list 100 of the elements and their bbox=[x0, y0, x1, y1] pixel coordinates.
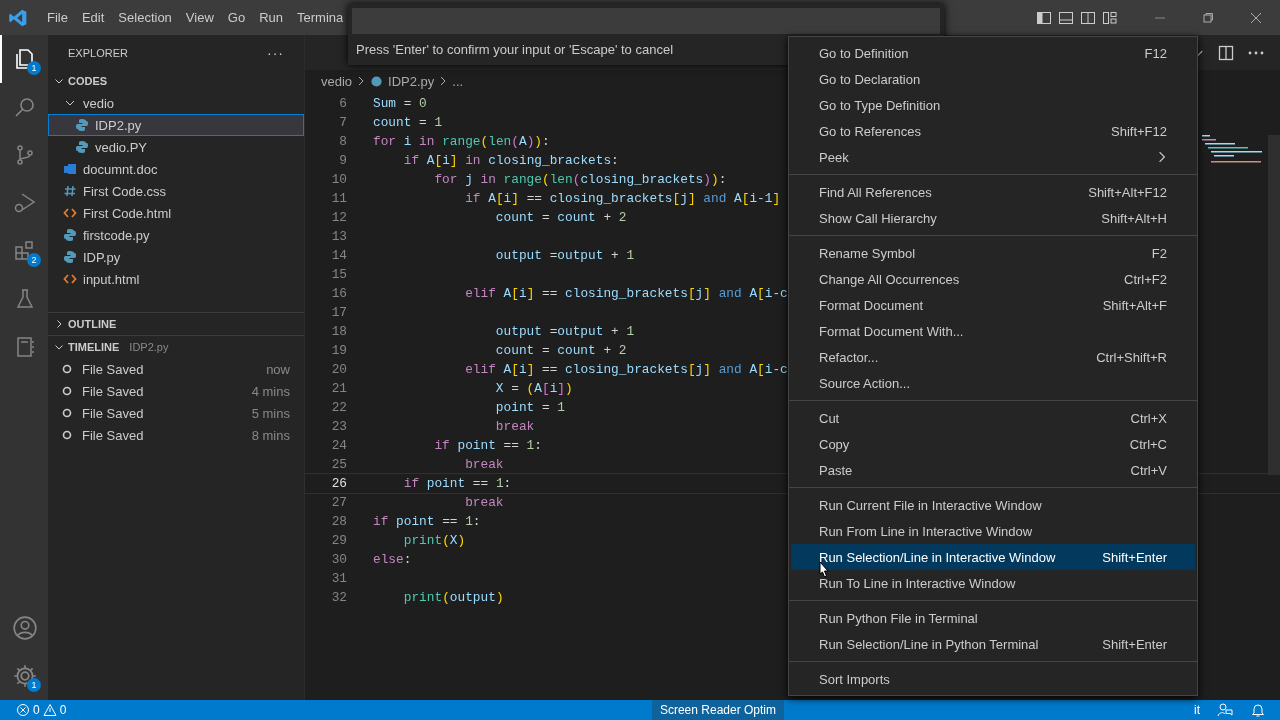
context-menu-item[interactable]: Peek bbox=[791, 144, 1195, 170]
line-number: 31 bbox=[330, 571, 348, 586]
code-line: if A[i] == closing_brackets[j] and A[i-1] bbox=[464, 191, 781, 206]
status-item[interactable]: it bbox=[1194, 703, 1214, 717]
file-tree-item[interactable]: vedio bbox=[48, 92, 304, 114]
play-bug-icon bbox=[13, 191, 37, 215]
commit-dot-icon bbox=[62, 364, 72, 374]
file-tree-item[interactable]: First Code.css bbox=[48, 180, 304, 202]
hash-icon bbox=[63, 184, 77, 198]
line-number: 14 bbox=[330, 248, 348, 263]
more-actions-button[interactable]: ··· bbox=[267, 44, 284, 61]
chevron-icon[interactable] bbox=[54, 76, 64, 86]
context-menu-item[interactable]: Go to Declaration bbox=[791, 66, 1195, 92]
context-menu-item[interactable]: Run To Line in Interactive Window bbox=[791, 570, 1195, 596]
menu-item[interactable]: Termina bbox=[290, 10, 351, 25]
restore-icon[interactable] bbox=[1202, 11, 1214, 24]
code-line: elif A[i] == closing_brackets[j] and A[i-c bbox=[464, 362, 788, 377]
context-menu-item[interactable]: Format Document With... bbox=[791, 318, 1195, 344]
gear-icon bbox=[12, 663, 38, 689]
timeline-entry[interactable]: File Saved bbox=[82, 427, 144, 443]
python-file-icon bbox=[370, 74, 384, 88]
sidebar-title: EXPLORER bbox=[68, 46, 128, 59]
menu-item[interactable]: Go bbox=[220, 10, 253, 25]
context-menu-item[interactable]: Run Selection/Line in Python Terminal Shift+Enter bbox=[791, 631, 1195, 657]
breadcrumb-item[interactable]: IDP2.py bbox=[388, 73, 435, 89]
layout-icon[interactable] bbox=[1102, 9, 1118, 26]
command-input-field[interactable] bbox=[352, 8, 940, 34]
context-menu-item[interactable]: Copy Ctrl+C bbox=[791, 431, 1195, 457]
breadcrumb-item[interactable]: ... bbox=[452, 73, 464, 89]
context-menu-item[interactable]: Run Selection/Line in Interactive Window Shift+Enter bbox=[791, 544, 1195, 570]
context-menu-item[interactable]: Format Document Shift+Alt+F bbox=[791, 292, 1195, 318]
file-tree-item[interactable]: vedio.PY bbox=[48, 136, 304, 158]
timeline-file: IDP2.py bbox=[129, 341, 169, 353]
code-line: Sum = 0 bbox=[373, 96, 427, 111]
line-number: 13 bbox=[330, 229, 348, 244]
menu-item[interactable]: Run bbox=[252, 10, 290, 25]
close-icon[interactable] bbox=[1250, 11, 1262, 24]
feedback-icon[interactable] bbox=[1217, 702, 1233, 718]
context-menu-item[interactable]: Run From Line in Interactive Window bbox=[791, 518, 1195, 544]
timeline-entry[interactable]: File Saved bbox=[82, 405, 144, 421]
code-line: for j in range(len(closing_brackets)): bbox=[433, 172, 727, 187]
commit-dot-icon bbox=[62, 430, 72, 440]
context-menu-item[interactable]: Run Python File in Terminal bbox=[791, 605, 1195, 631]
code-line: output =output + 1 bbox=[494, 248, 635, 263]
menu-item[interactable]: View bbox=[178, 10, 221, 25]
context-menu-item[interactable]: Find All References Shift+Alt+F12 bbox=[791, 179, 1195, 205]
timeline-entry[interactable]: File Saved bbox=[82, 383, 144, 399]
chevron-icon[interactable] bbox=[54, 319, 64, 329]
more-icon[interactable] bbox=[1248, 50, 1264, 55]
context-menu-item[interactable]: Change All Occurrences Ctrl+F2 bbox=[791, 266, 1195, 292]
breadcrumb-item[interactable]: vedio bbox=[321, 73, 353, 89]
error-count[interactable]: 0 bbox=[33, 703, 40, 717]
outline-header[interactable]: OUTLINE bbox=[68, 318, 117, 330]
line-number: 19 bbox=[330, 343, 348, 358]
code-line: if point == 1: bbox=[373, 514, 481, 529]
context-menu-item[interactable]: Go to Type Definition bbox=[791, 92, 1195, 118]
line-number: 30 bbox=[330, 552, 348, 567]
context-menu-item[interactable]: Rename Symbol F2 bbox=[791, 240, 1195, 266]
file-tree-item[interactable]: IDP2.py bbox=[48, 114, 304, 136]
panel-toggle-icon[interactable] bbox=[1058, 9, 1074, 26]
context-menu-item[interactable]: Source Action... bbox=[791, 370, 1195, 396]
error-icon[interactable] bbox=[16, 703, 30, 717]
menu-item[interactable]: File bbox=[40, 10, 75, 25]
mouse-pointer-icon bbox=[817, 561, 829, 579]
split-editor-icon[interactable] bbox=[1218, 44, 1234, 61]
timeline-entry[interactable]: File Saved bbox=[82, 361, 144, 377]
line-number: 17 bbox=[330, 305, 348, 320]
timeline-header[interactable]: TIMELINE bbox=[68, 341, 120, 353]
warning-count[interactable]: 0 bbox=[59, 703, 67, 717]
context-menu-item[interactable]: Run Current File in Interactive Window bbox=[791, 492, 1195, 518]
file-tree-item[interactable]: IDP.py bbox=[48, 246, 304, 268]
context-menu-item[interactable]: Show Call Hierarchy Shift+Alt+H bbox=[791, 205, 1195, 231]
context-menu-item[interactable]: Cut Ctrl+X bbox=[791, 405, 1195, 431]
folder-header[interactable]: CODES bbox=[68, 75, 108, 87]
context-menu-item[interactable]: Refactor... Ctrl+Shift+R bbox=[791, 344, 1195, 370]
line-number: 32 bbox=[330, 590, 348, 605]
screen-reader-status[interactable]: Screen Reader Optim bbox=[651, 700, 784, 720]
context-menu-item[interactable]: Sort Imports bbox=[791, 666, 1195, 692]
chevron-icon[interactable] bbox=[54, 342, 64, 352]
menu-item[interactable]: Edit bbox=[74, 10, 112, 25]
line-number: 25 bbox=[330, 457, 348, 472]
context-menu-item[interactable]: Go to References Shift+F12 bbox=[791, 118, 1195, 144]
activity-bar-button[interactable]: 2 bbox=[0, 227, 48, 275]
file-tree-item[interactable]: input.html bbox=[48, 268, 304, 290]
context-menu-item[interactable]: Go to Definition F12 bbox=[791, 40, 1195, 66]
menu-item[interactable]: Selection bbox=[111, 10, 179, 25]
line-number: 16 bbox=[330, 286, 348, 301]
document-icon bbox=[63, 162, 77, 176]
commit-dot-icon bbox=[62, 408, 72, 418]
split-layout-icon[interactable] bbox=[1080, 9, 1096, 26]
context-menu-item[interactable]: Paste Ctrl+V bbox=[791, 457, 1195, 483]
sidebar-toggle-icon[interactable] bbox=[1036, 9, 1052, 26]
line-number: 9 bbox=[338, 153, 348, 168]
activity-bar-button[interactable]: 1 bbox=[0, 652, 48, 700]
file-tree-item[interactable]: firstcode.py bbox=[48, 224, 304, 246]
file-tree-item[interactable]: documnt.doc bbox=[48, 158, 304, 180]
warning-icon[interactable] bbox=[42, 703, 57, 717]
notifications-bell-icon[interactable] bbox=[1250, 702, 1266, 718]
file-tree-item[interactable]: First Code.html bbox=[48, 202, 304, 224]
code-line: count = count + 2 bbox=[494, 210, 627, 225]
